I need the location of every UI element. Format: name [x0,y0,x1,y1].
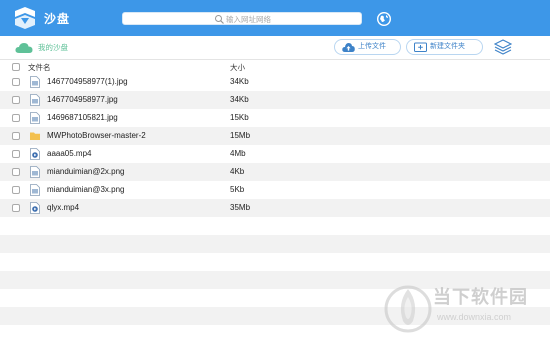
select-all-checkbox[interactable] [12,63,20,71]
layers-icon[interactable] [494,39,512,55]
address-bar[interactable]: 输入网址网络 [122,12,362,25]
row-checkbox[interactable] [12,204,20,212]
table-row[interactable]: qlyx.mp4 35Mb [0,199,550,217]
table-row[interactable]: 1467704958977.jpg 34Kb [0,91,550,109]
address-placeholder: 输入网址网络 [226,15,271,24]
column-header-size: 大小 [230,63,245,72]
upload-file-label: 上传文件 [358,43,386,50]
file-size: 35Mb [230,203,251,212]
file-name: 1467704958977.jpg [47,95,118,104]
table-row[interactable]: MWPhotoBrowser-master-2 15Mb [0,127,550,145]
app-title: 沙盘 [44,12,71,26]
file-name: 1467704958977(1).jpg [47,77,128,86]
table-row[interactable]: aaaa05.mp4 4Mb [0,145,550,163]
row-checkbox[interactable] [12,132,20,140]
table-row[interactable]: mianduimian@3x.png 5Kb [0,181,550,199]
table-row[interactable]: 1467704958977(1).jpg 34Kb [0,73,550,91]
empty-row [0,235,550,253]
cloud-icon [15,43,33,53]
row-checkbox[interactable] [12,96,20,104]
file-name: mianduimian@3x.png [47,185,125,194]
file-name: mianduimian@2x.png [47,167,125,176]
image-file-icon [30,166,40,178]
title-bar: 沙盘 输入网址网络 [0,0,550,36]
cloud-upload-icon [342,43,355,52]
new-folder-button[interactable]: 新建文件夹 [406,39,483,55]
file-size: 4Mb [230,149,246,158]
column-header-name: 文件名 [28,63,51,72]
image-file-icon [30,184,40,196]
row-checkbox[interactable] [12,186,20,194]
image-file-icon [30,94,40,106]
watermark-name: 当下软件园 [433,287,528,307]
table-header: 文件名 大小 [0,59,550,73]
file-name: qlyx.mp4 [47,203,80,212]
globe-icon[interactable] [376,11,392,27]
my-sandbox-link[interactable]: 我的沙盘 [38,42,68,53]
sandbox-logo-icon [15,7,35,29]
row-checkbox[interactable] [12,150,20,158]
file-size: 34Kb [230,95,249,104]
folder-icon [30,132,40,140]
row-checkbox[interactable] [12,78,20,86]
file-size: 15Mb [230,131,251,140]
file-name: MWPhotoBrowser-master-2 [47,131,146,140]
new-folder-icon [414,42,427,52]
file-size: 5Kb [230,185,245,194]
new-folder-label: 新建文件夹 [430,43,465,50]
image-file-icon [30,112,40,124]
file-size: 34Kb [230,77,249,86]
watermark-logo-icon [384,285,432,333]
toolbar: 我的沙盘 上传文件 新建文件夹 [0,36,550,59]
search-icon [215,15,224,24]
file-name: 1469687105821.jpg [47,113,118,122]
row-checkbox[interactable] [12,114,20,122]
watermark-url: www.downxia.com [437,312,512,322]
upload-file-button[interactable]: 上传文件 [334,39,401,55]
file-size: 15Kb [230,113,249,122]
image-file-icon [30,76,40,88]
video-file-icon [30,202,40,214]
file-name: aaaa05.mp4 [47,149,92,158]
watermark: 当下软件园 www.downxia.com [383,281,545,341]
table-row[interactable]: 1469687105821.jpg 15Kb [0,109,550,127]
video-file-icon [30,148,40,160]
table-row[interactable]: mianduimian@2x.png 4Kb [0,163,550,181]
row-checkbox[interactable] [12,168,20,176]
file-size: 4Kb [230,167,245,176]
